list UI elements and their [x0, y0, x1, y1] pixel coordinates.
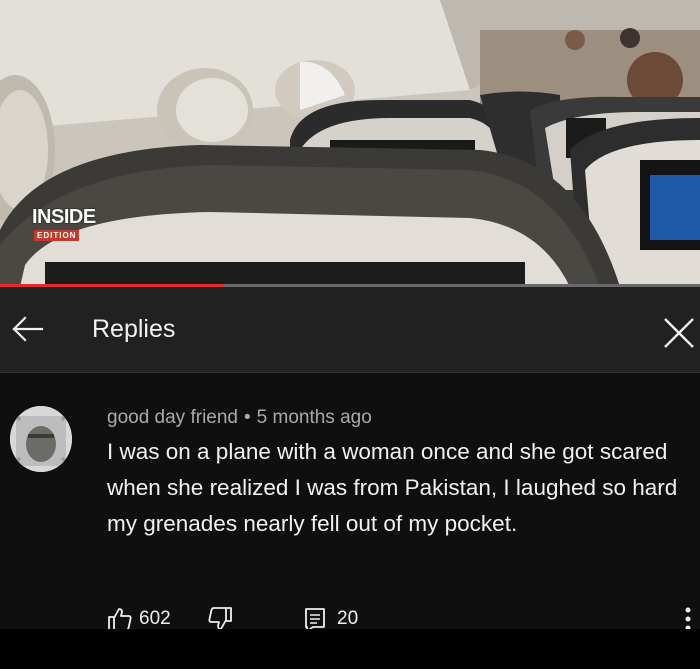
airplane-cabin-image: [0, 0, 700, 287]
inside-edition-watermark: INSIDE EDITION: [32, 206, 100, 250]
comment-text: I was on a plane with a woman once and s…: [107, 439, 678, 536]
replies-title: Replies: [92, 315, 176, 343]
avatar-image: [10, 406, 72, 472]
watermark-sub-text: EDITION: [34, 230, 80, 241]
reply-count: 20: [337, 608, 359, 629]
comment-author[interactable]: good day friend: [107, 407, 238, 428]
avatar[interactable]: [10, 406, 72, 472]
comment-time: 5 months ago: [256, 407, 372, 428]
like-count: 602: [139, 608, 171, 629]
replies-header: Replies: [0, 287, 700, 373]
comment-item: good day friend • 5 months ago I was on a …: [0, 374, 700, 632]
arrow-left-icon[interactable]: [10, 314, 44, 344]
close-icon[interactable]: [662, 316, 696, 350]
watermark-logo-text: INSIDE: [32, 206, 96, 228]
meta-separator: •: [244, 407, 251, 428]
video-player[interactable]: INSIDE EDITION: [0, 0, 700, 287]
bottom-bar: [0, 629, 700, 669]
comment-meta: good day friend • 5 months ago: [107, 406, 372, 430]
